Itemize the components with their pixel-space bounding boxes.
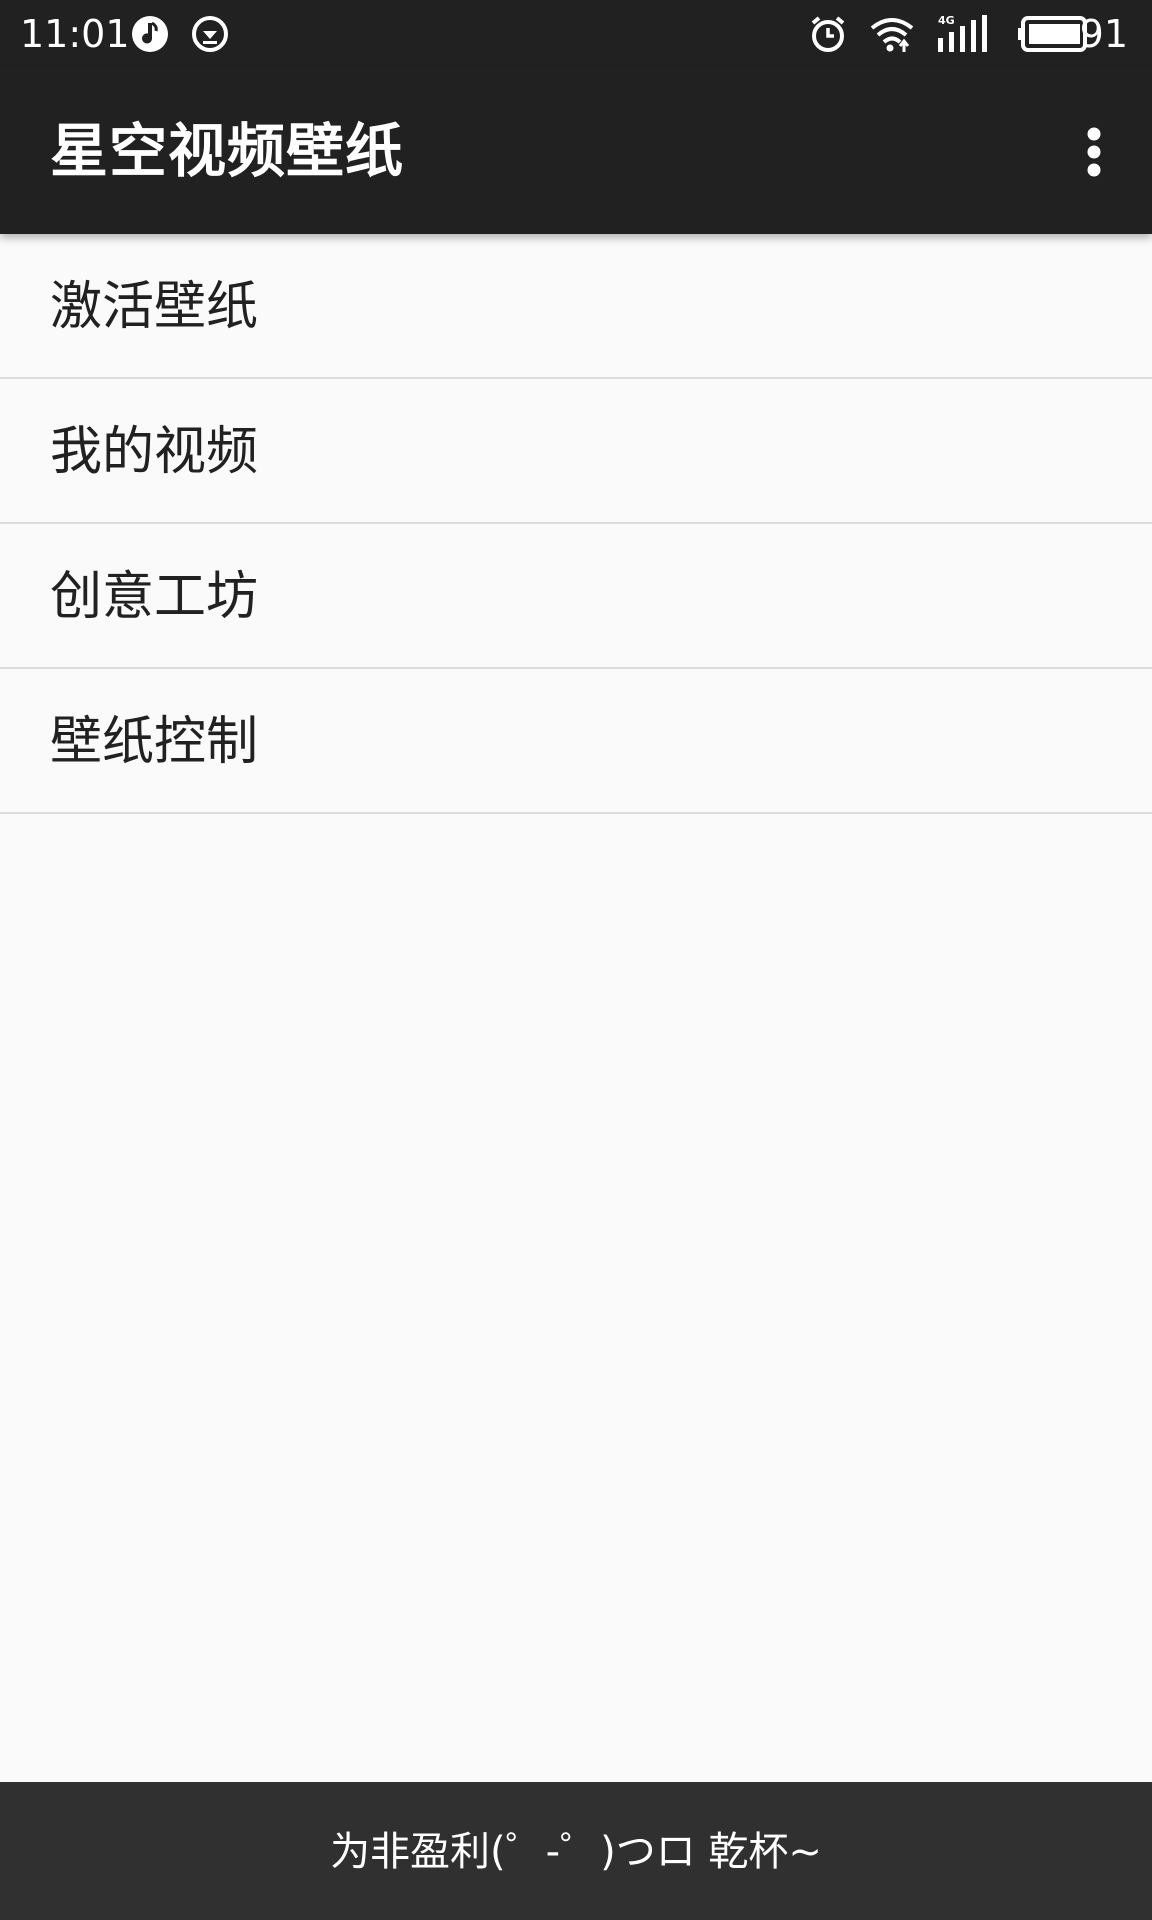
- menu-list: 激活壁纸 我的视频 创意工坊 壁纸控制: [0, 234, 1152, 814]
- menu-item-activate-wallpaper[interactable]: 激活壁纸: [0, 234, 1152, 379]
- svg-text:4G: 4G: [938, 14, 955, 27]
- battery-percent: 91: [1079, 12, 1128, 56]
- alarm-icon: [811, 16, 845, 52]
- status-bar: 11:01 4G 91: [0, 0, 1152, 68]
- menu-item-creative-workshop[interactable]: 创意工坊: [0, 524, 1152, 669]
- wifi-icon: [870, 18, 914, 52]
- menu-item-wallpaper-control[interactable]: 壁纸控制: [0, 669, 1152, 814]
- menu-item-label: 壁纸控制: [50, 712, 259, 772]
- app-title: 星空视频壁纸: [50, 117, 405, 185]
- download-icon: [192, 16, 228, 52]
- menu-item-label: 创意工坊: [50, 567, 259, 627]
- app-toolbar: 星空视频壁纸: [0, 68, 1152, 234]
- more-vert-icon: [1087, 127, 1101, 177]
- footer-text: 为非盈利(゜-゜)つロ 乾杯~: [330, 1829, 822, 1875]
- overflow-menu-button[interactable]: [1058, 114, 1130, 186]
- menu-item-my-videos[interactable]: 我的视频: [0, 379, 1152, 524]
- signal-4g-icon: 4G: [938, 14, 987, 52]
- battery-icon: [1018, 16, 1087, 52]
- footer-bar: 为非盈利(゜-゜)つロ 乾杯~: [0, 1782, 1152, 1920]
- menu-item-label: 激活壁纸: [50, 277, 259, 337]
- menu-item-label: 我的视频: [50, 422, 259, 482]
- status-time: 11:01: [20, 12, 130, 56]
- music-note-icon: [132, 16, 168, 52]
